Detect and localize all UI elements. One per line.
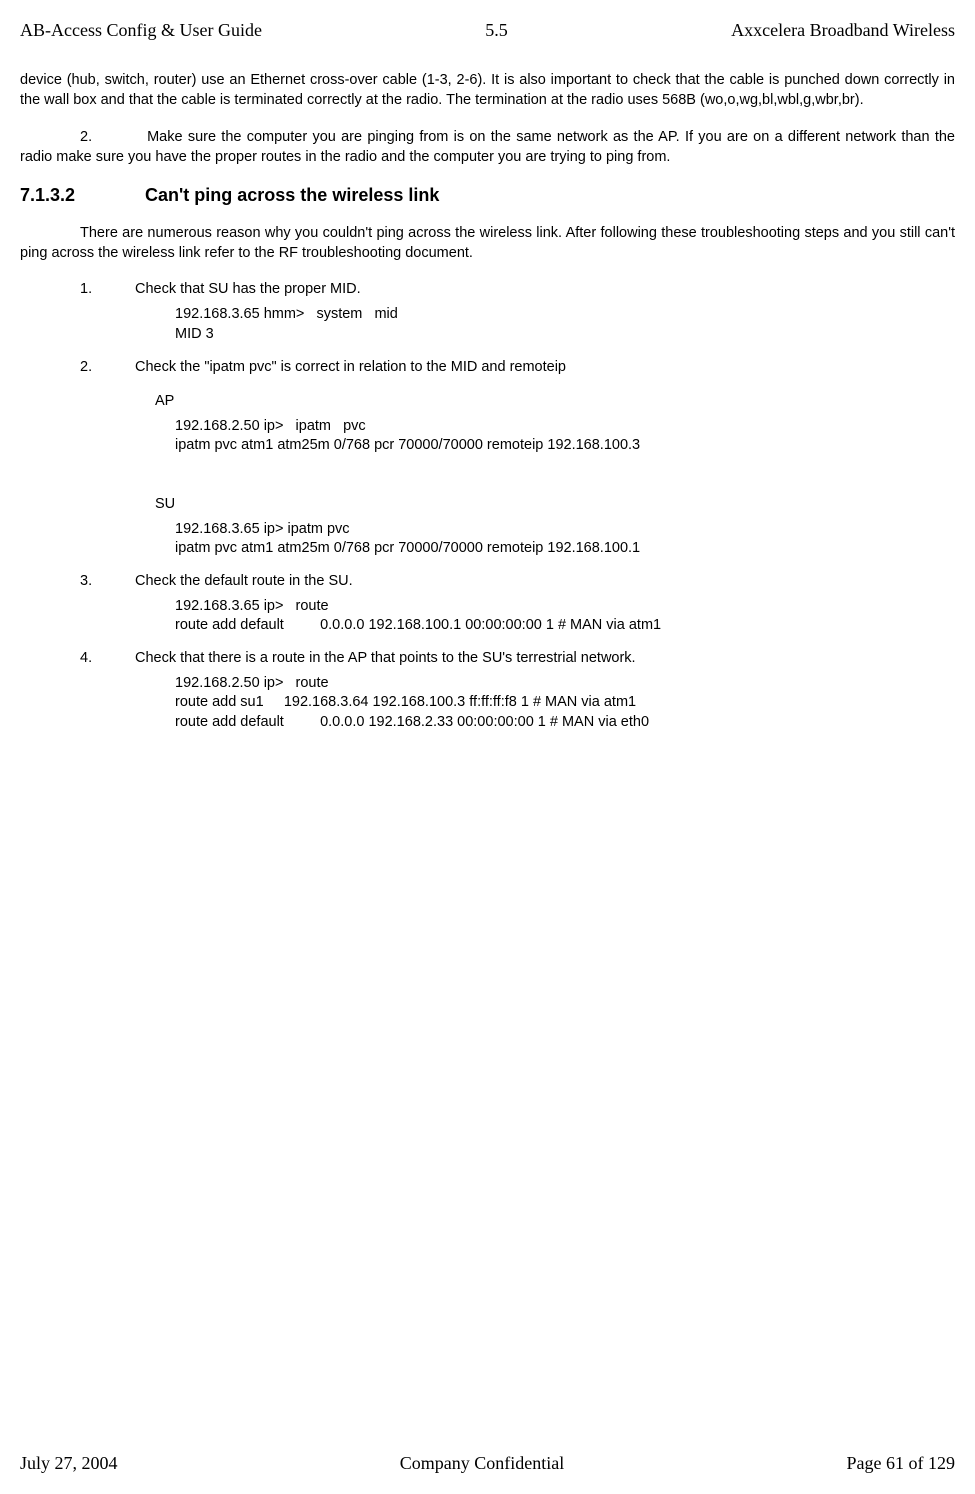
step-text: Check that SU has the proper MID. [135,281,955,297]
numbered-paragraph: 2.Make sure the computer you are pinging… [20,128,955,167]
step-3: 3. Check the default route in the SU. [20,573,955,589]
section-number: 7.1.3.2 [20,185,145,206]
step-text: Make sure the computer you are pinging f… [20,129,955,165]
header-center: 5.5 [485,20,508,41]
step-number: 4. [80,650,135,666]
step-text: Check the default route in the SU. [135,573,955,589]
code-block: 192.168.3.65 ip> ipatm pvc ipatm pvc atm… [175,520,955,559]
header-right: Axxcelera Broadband Wireless [731,20,955,41]
code-block: 192.168.2.50 ip> ipatm pvc ipatm pvc atm… [175,417,955,456]
paragraph-continuation: device (hub, switch, router) use an Ethe… [20,71,955,110]
step-number: 2. [80,129,92,145]
footer-page: Page 61 of 129 [847,1453,955,1474]
footer-date: July 27, 2004 [20,1453,118,1474]
code-block: 192.168.3.65 hmm> system mid MID 3 [175,305,955,344]
ap-label: AP [155,393,955,409]
page-header: AB-Access Config & User Guide 5.5 Axxcel… [20,20,955,41]
section-intro: There are numerous reason why you couldn… [20,224,955,263]
code-block: 192.168.2.50 ip> route route add su1 192… [175,674,955,733]
step-text: Check that there is a route in the AP th… [135,650,955,666]
step-2: 2. Check the "ipatm pvc" is correct in r… [20,359,955,375]
step-1: 1. Check that SU has the proper MID. [20,281,955,297]
step-text: Check the "ipatm pvc" is correct in rela… [135,359,955,375]
su-label: SU [155,496,955,512]
step-4: 4. Check that there is a route in the AP… [20,650,955,666]
section-heading: 7.1.3.2Can't ping across the wireless li… [20,185,955,206]
footer-confidential: Company Confidential [400,1453,564,1474]
step-number: 2. [80,359,135,375]
code-block: 192.168.3.65 ip> route route add default… [175,597,955,636]
step-number: 3. [80,573,135,589]
step-number: 1. [80,281,135,297]
page-footer: July 27, 2004 Company Confidential Page … [20,1453,955,1474]
header-left: AB-Access Config & User Guide [20,20,262,41]
section-title: Can't ping across the wireless link [145,185,439,205]
